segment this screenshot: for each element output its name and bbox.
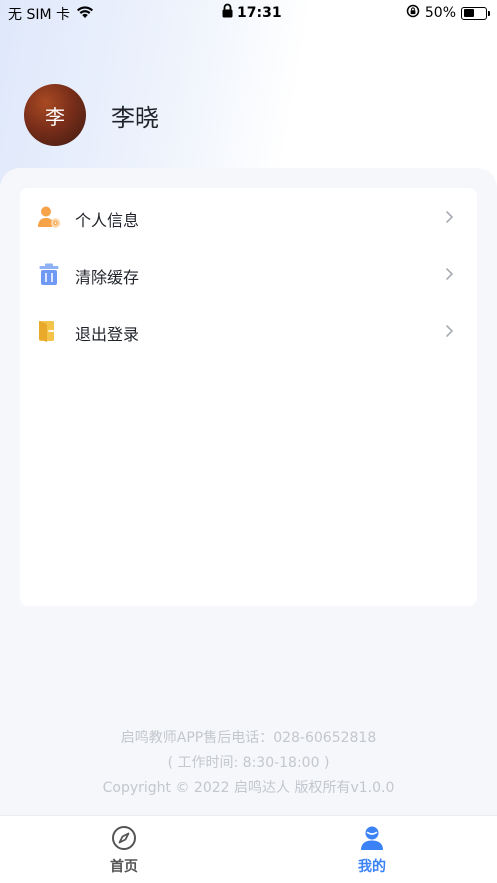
battery-icon: [461, 6, 490, 20]
tab-label: 我的: [358, 859, 386, 875]
rotation-lock-icon: [406, 4, 420, 22]
support-hotline: 启鸣教师APP售后电话：028-60652818: [120, 730, 377, 746]
profile-header: 李 李晓: [24, 84, 159, 146]
menu-card: 个人信息 清除缓存 退出登录: [20, 188, 477, 606]
status-center: 17:31: [222, 3, 282, 22]
tab-home[interactable]: 首页: [64, 816, 184, 883]
menu-item-profile-info[interactable]: 个人信息: [20, 197, 477, 237]
user-settings-icon: [37, 205, 61, 229]
menu-item-label: 清除缓存: [75, 268, 140, 287]
compass-icon: [111, 825, 137, 851]
avatar-initial: 李: [45, 104, 65, 129]
profile-page: 无 SIM 卡 17:31 50% 李 李晓 个人信息 清除缓存 退出登录 启鸣…: [0, 0, 497, 883]
battery-percent: 50%: [424, 5, 456, 21]
working-hours: ( 工作时间: 8:30-18:00 ): [167, 755, 330, 771]
status-left: 无 SIM 卡: [8, 4, 94, 24]
menu-item-clear-cache[interactable]: 清除缓存: [20, 254, 477, 294]
wifi-icon: [76, 5, 94, 23]
status-right: 50%: [406, 4, 490, 22]
user-icon: [359, 825, 385, 851]
copyright-notice: Copyright © 2022 启鸣达人 版权所有v1.0.0: [102, 780, 395, 796]
chevron-right-icon: [445, 323, 455, 339]
status-bar: 无 SIM 卡 17:31 50%: [0, 0, 497, 26]
menu-item-logout[interactable]: 退出登录: [20, 311, 477, 351]
clock-time: 17:31: [237, 4, 282, 21]
tab-bar: 首页 我的: [0, 815, 497, 883]
chevron-right-icon: [445, 209, 455, 225]
menu-item-label: 退出登录: [75, 325, 140, 344]
menu-item-label: 个人信息: [75, 211, 140, 230]
battery-fill: [463, 9, 474, 17]
user-name: 李晓: [111, 103, 159, 132]
chevron-right-icon: [445, 266, 455, 282]
tab-mine[interactable]: 我的: [312, 816, 432, 883]
avatar[interactable]: 李: [24, 84, 86, 146]
carrier-label: 无 SIM 卡: [8, 7, 70, 23]
trash-icon: [37, 262, 61, 286]
lock-icon: [222, 3, 233, 22]
logout-icon: [37, 319, 61, 343]
tab-label: 首页: [110, 859, 138, 875]
